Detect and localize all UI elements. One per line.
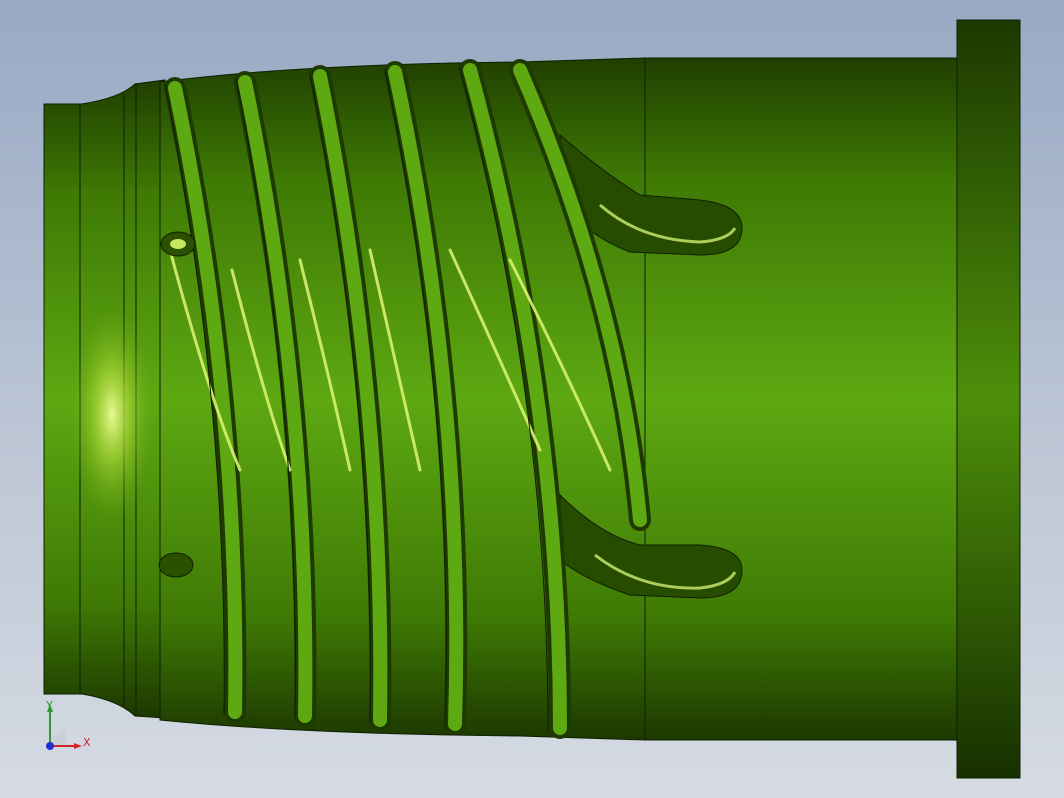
x-axis-label: X (83, 736, 91, 749)
x-axis-arrow-icon (74, 743, 82, 749)
cad-model[interactable] (0, 0, 1064, 798)
graphics-viewport[interactable]: X Y (0, 0, 1064, 798)
z-axis-dot-icon (46, 742, 54, 750)
axis-triad: X Y (40, 700, 100, 760)
end-flange (956, 19, 1021, 779)
left-neck (43, 79, 166, 719)
y-axis-label: Y (46, 699, 53, 712)
